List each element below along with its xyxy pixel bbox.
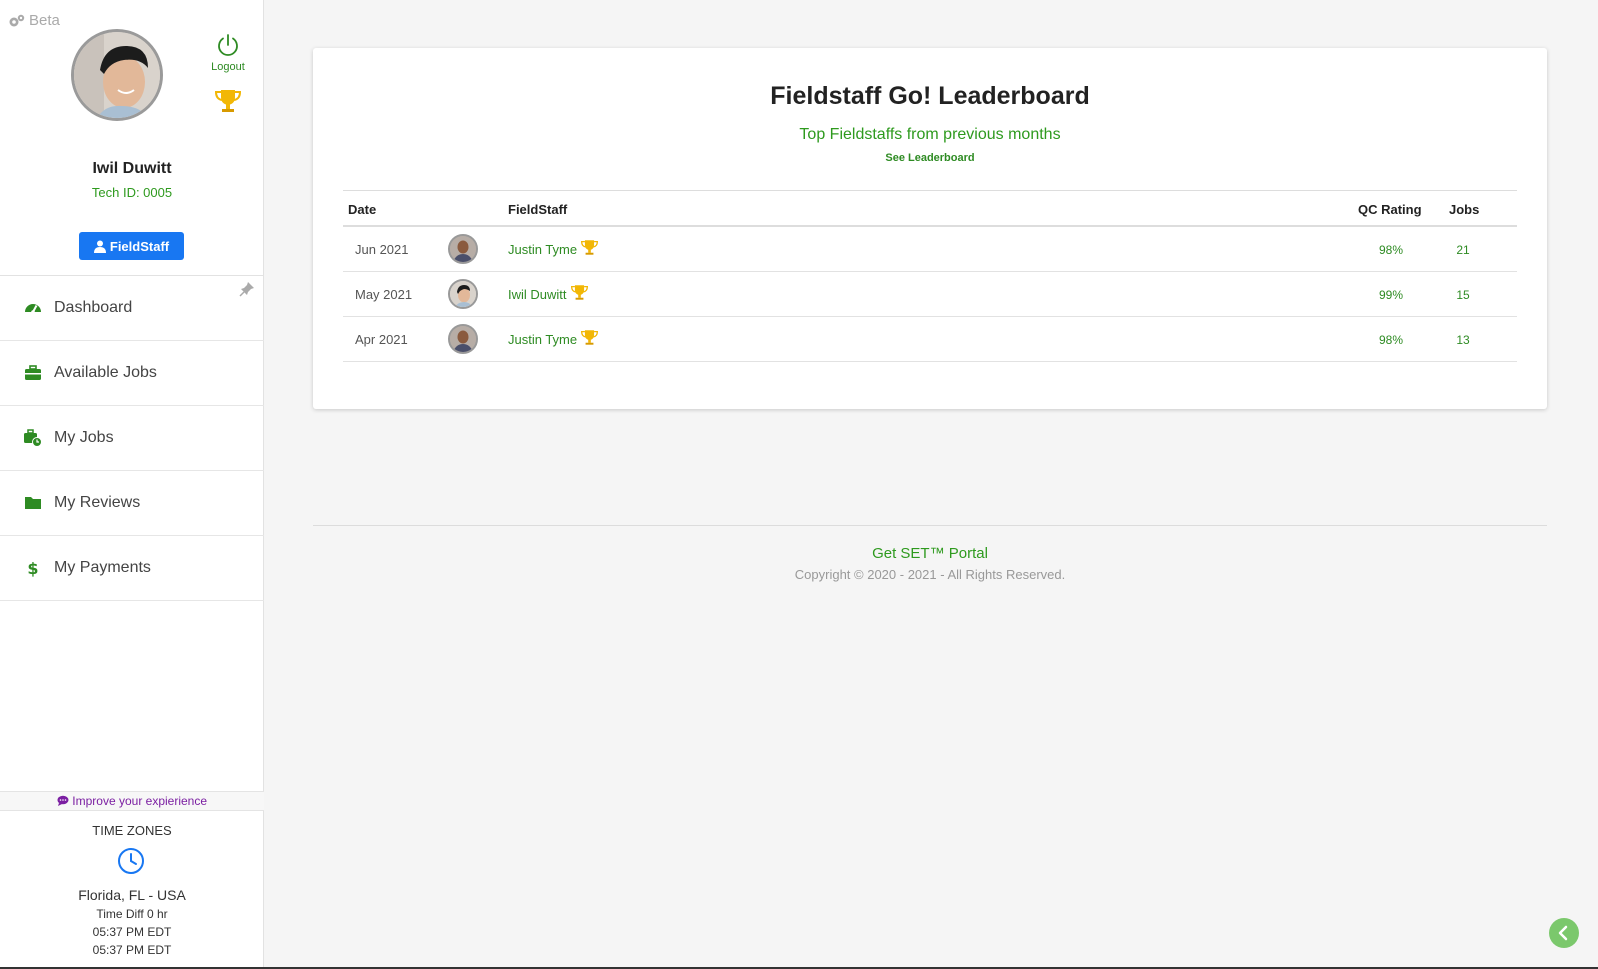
user-name: Iwil Duwitt — [92, 160, 172, 177]
row-date: May 2021 — [355, 287, 413, 302]
row-avatar — [448, 234, 478, 264]
sidebar-item-my-payments[interactable]: $ My Payments — [0, 536, 264, 601]
leaderboard-subtitle: Top Fieldstaffs from previous months — [799, 126, 1061, 143]
table-header: Date FieldStaff QC Rating Jobs — [343, 190, 1517, 227]
user-photo — [74, 32, 160, 118]
row-fieldstaff-name: Iwil Duwitt — [508, 287, 567, 302]
sidebar-item-label: My Payments — [54, 559, 151, 576]
briefcase-clock-icon — [24, 429, 42, 447]
leaderboard-table: Date FieldStaff QC Rating Jobs Jun 2021 … — [343, 190, 1517, 362]
timezone-diff: Time Diff 0 hr — [96, 907, 168, 921]
user-icon — [93, 240, 106, 253]
sidebar: Beta Logout Iwil Duwitt Tech ID: 0005 Fi… — [0, 0, 264, 969]
beta-label: Beta — [8, 12, 60, 29]
row-jobs: 15 — [1456, 288, 1470, 302]
fieldstaff-role-button[interactable]: FieldStaff — [79, 232, 184, 260]
see-leaderboard-link[interactable]: See Leaderboard — [313, 152, 1547, 164]
row-date: Apr 2021 — [355, 332, 408, 347]
leaderboard-card: Fieldstaff Go! Leaderboard Top Fieldstaf… — [313, 48, 1547, 409]
footer-title: Get SET™ Portal — [872, 545, 988, 562]
row-qc-rating: 98% — [1378, 243, 1404, 257]
dollar-icon: $ — [27, 559, 38, 577]
gears-icon — [9, 14, 25, 26]
row-fieldstaff-link[interactable]: Iwil Duwitt — [508, 285, 589, 302]
footer-divider — [313, 525, 1547, 526]
timezone-location: Florida, FL - USA — [78, 887, 186, 903]
sidebar-item-dashboard[interactable]: Dashboard — [0, 276, 264, 341]
column-date: Date — [348, 202, 377, 217]
row-jobs: 21 — [1456, 243, 1470, 257]
row-qc-rating: 98% — [1378, 333, 1404, 347]
chevron-left-icon — [1558, 925, 1568, 941]
avatar[interactable] — [71, 29, 163, 149]
sidebar-item-my-reviews[interactable]: My Reviews — [0, 471, 264, 536]
table-row: May 2021 Iwil Duwitt 99% 15 — [343, 272, 1517, 317]
row-fieldstaff-name: Justin Tyme — [508, 332, 578, 347]
table-row: Apr 2021 Justin Tyme 98% 13 — [343, 317, 1517, 362]
row-date: Jun 2021 — [355, 242, 409, 257]
row-fieldstaff-name: Justin Tyme — [508, 242, 578, 257]
back-button[interactable] — [1549, 918, 1579, 948]
clock-icon — [118, 848, 144, 874]
trophy-icon — [581, 330, 599, 345]
row-avatar — [448, 279, 478, 309]
sidebar-item-available-jobs[interactable]: Available Jobs — [0, 341, 264, 406]
footer-copyright: Copyright © 2020 - 2021 - All Rights Res… — [794, 567, 1066, 582]
timezone-remote-time: 05:37 PM EDT — [92, 943, 172, 957]
trophy-icon — [570, 285, 588, 300]
trophy-icon[interactable] — [214, 88, 242, 114]
sidebar-item-label: My Reviews — [54, 494, 141, 511]
briefcase-icon — [25, 365, 41, 380]
row-qc-rating: 99% — [1378, 288, 1404, 302]
tech-id: Tech ID: 0005 — [91, 185, 173, 200]
sidebar-item-my-jobs[interactable]: My Jobs — [0, 406, 264, 471]
folder-icon — [25, 497, 41, 509]
sidebar-nav: Dashboard Available Jobs My Jobs My Revi… — [0, 275, 264, 601]
row-avatar — [448, 324, 478, 354]
role-label: FieldStaff — [109, 238, 170, 254]
row-jobs: 13 — [1456, 333, 1470, 347]
row-fieldstaff-link[interactable]: Justin Tyme — [508, 240, 599, 257]
sidebar-item-label: Dashboard — [54, 299, 133, 316]
timezones-title: TIME ZONES — [92, 823, 172, 838]
column-jobs: Jobs — [1449, 202, 1480, 217]
improve-label: Improve your expierience — [72, 794, 208, 808]
svg-text:$: $ — [27, 559, 38, 577]
column-fieldstaff: FieldStaff — [508, 202, 568, 217]
power-icon — [218, 34, 238, 56]
dashboard-icon — [25, 304, 41, 314]
row-fieldstaff-link[interactable]: Justin Tyme — [508, 330, 599, 347]
logout-button[interactable]: Logout — [209, 32, 247, 73]
improve-experience-link[interactable]: Improve your expierience — [0, 791, 264, 811]
chat-icon — [57, 795, 69, 806]
column-qc-rating: QC Rating — [1358, 202, 1422, 217]
table-row: Jun 2021 Justin Tyme 98% 21 — [343, 227, 1517, 272]
sidebar-item-label: My Jobs — [54, 429, 114, 446]
leaderboard-title: Fieldstaff Go! Leaderboard — [770, 82, 1090, 110]
trophy-icon — [581, 240, 599, 255]
logout-label: Logout — [211, 61, 245, 73]
beta-text: Beta — [29, 12, 60, 29]
sidebar-item-label: Available Jobs — [54, 364, 157, 381]
timezone-local-time: 05:37 PM EDT — [92, 925, 172, 939]
